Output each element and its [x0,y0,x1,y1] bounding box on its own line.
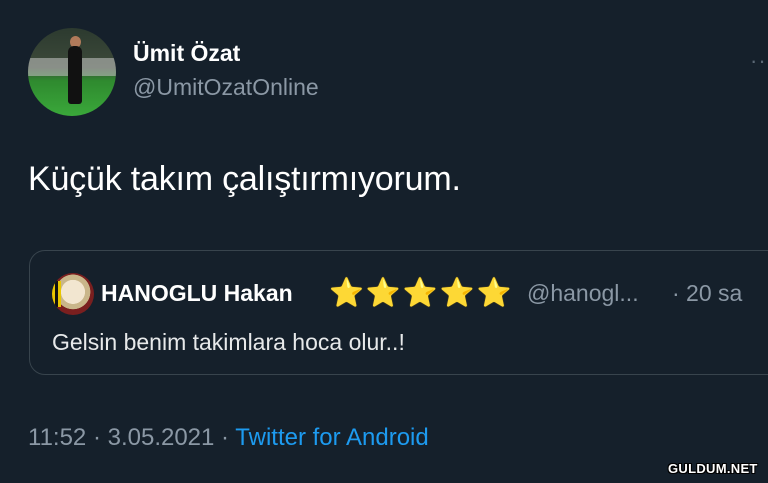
tweet-time[interactable]: 11:52 [28,424,86,451]
tweet-meta: 11:52 · 3.05.2021 · Twitter for Android [28,424,429,452]
meta-separator: · [214,424,236,451]
avatar-stripe [52,281,61,307]
author-name[interactable]: Ümit Özat [133,40,240,67]
quoted-tweet-text: Gelsin benim takimlara hoca olur..! [52,329,405,355]
quoted-tweet[interactable]: HANOGLU Hakan ⭐⭐⭐⭐⭐ @hanogl... · 20 sa G… [29,250,768,375]
site-watermark: GULDUM.NET [668,461,758,476]
tweet-card: Ümit Özat @UmitOzatOnline ·· Küçük takım… [0,0,768,483]
author-avatar[interactable] [28,28,116,116]
meta-separator: · [86,424,108,451]
author-handle[interactable]: @UmitOzatOnline [133,74,319,101]
tweet-text: Küçük takım çalıştırmıyorum. [28,160,461,198]
quoted-author-avatar[interactable] [52,273,94,315]
quoted-author-name[interactable]: HANOGLU Hakan [101,280,293,307]
avatar-person-body [68,46,82,104]
star-emoji-icons: ⭐⭐⭐⭐⭐ [329,277,514,308]
quoted-tweet-time[interactable]: · 20 sa [672,280,742,307]
tweet-source-link[interactable]: Twitter for Android [235,424,428,451]
quoted-author-handle[interactable]: @hanogl... [527,280,639,307]
more-dots-icon[interactable]: ·· [750,48,767,74]
tweet-date[interactable]: 3.05.2021 [108,424,215,451]
